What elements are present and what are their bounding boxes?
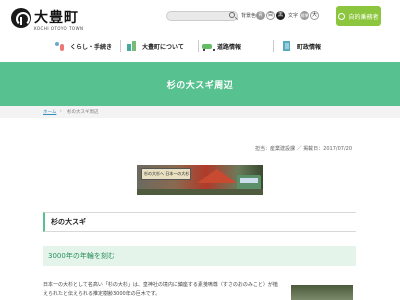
city-icon: [127, 41, 137, 51]
nav-item-roads[interactable]: 道路情報: [202, 36, 241, 56]
site-logo-name[interactable]: 大豊町: [34, 7, 79, 27]
page-banner: 杉の大スギ周辺: [0, 62, 400, 106]
bg-color-option-white[interactable]: 白: [266, 11, 275, 20]
nav-item-label: 町政情報: [297, 43, 322, 51]
font-size-standard[interactable]: 標準: [300, 11, 309, 20]
subheading: 3000年の年輪を刻む: [43, 246, 356, 266]
font-size-large[interactable]: 大: [310, 11, 319, 20]
nav-item-label: 大豊町について: [142, 43, 184, 51]
nav-item-government[interactable]: 町政情報: [282, 36, 321, 56]
document-icon: [282, 41, 292, 51]
search-icon[interactable]: [229, 12, 235, 18]
main-nav: くらし・手続き 大豊町について 道路情報 町政情報: [55, 36, 400, 56]
hero-image: 杉の大杉へ 日本一の大杉: [137, 165, 263, 195]
site-logo-subtitle: KOCHI OTOYO TOWN: [34, 26, 84, 31]
background-color-label: 背景色: [241, 13, 257, 19]
bg-color-option-blue[interactable]: 青: [256, 11, 265, 20]
site-header: 大豊町 KOCHI OTOYO TOWN 背景色 青 白 黒 文字 標準 大 自…: [0, 0, 400, 34]
circle-icon: [338, 12, 346, 20]
page-meta: 担当：産業建設課 ／ 掲載日：2017/07/20: [255, 146, 352, 152]
faq-button-label: 自的乗務者: [348, 13, 379, 21]
section-title: 杉の大スギ: [43, 212, 356, 232]
font-size-label: 文字: [288, 13, 299, 19]
nav-item-living[interactable]: くらし・手続き: [55, 36, 112, 56]
hero-sign: 杉の大杉へ 日本一の大杉: [141, 168, 191, 180]
faq-button[interactable]: 自的乗務者: [336, 6, 381, 26]
page-title: 杉の大スギ周辺: [166, 80, 234, 91]
nav-divider: [120, 40, 121, 52]
tree-photo: [291, 285, 353, 300]
body-paragraph: 日本一の大杉として名高い「杉の大杉」は、皇神社の境内に鎮座する素戔嗚尊（すさのお…: [43, 282, 278, 297]
ground-shape: [137, 189, 263, 195]
breadcrumb-separator: ›: [60, 109, 62, 114]
nav-divider: [198, 40, 199, 52]
nav-item-label: くらし・手続き: [70, 43, 113, 51]
town-emblem-icon[interactable]: [11, 8, 31, 28]
nav-item-label: 道路情報: [217, 43, 242, 51]
search-input[interactable]: [166, 11, 238, 21]
breadcrumb-home-link[interactable]: ホーム: [43, 109, 56, 115]
bg-color-option-black[interactable]: 黒: [276, 11, 285, 20]
people-icon: [55, 41, 65, 51]
breadcrumb-current: 杉の大スギ周辺: [67, 110, 99, 115]
shrine-roof: [197, 169, 237, 183]
nav-divider: [273, 40, 274, 52]
car-icon: [202, 41, 215, 51]
nav-item-about[interactable]: 大豊町について: [127, 36, 184, 56]
breadcrumb: ホーム › 杉の大スギ周辺: [0, 106, 400, 118]
